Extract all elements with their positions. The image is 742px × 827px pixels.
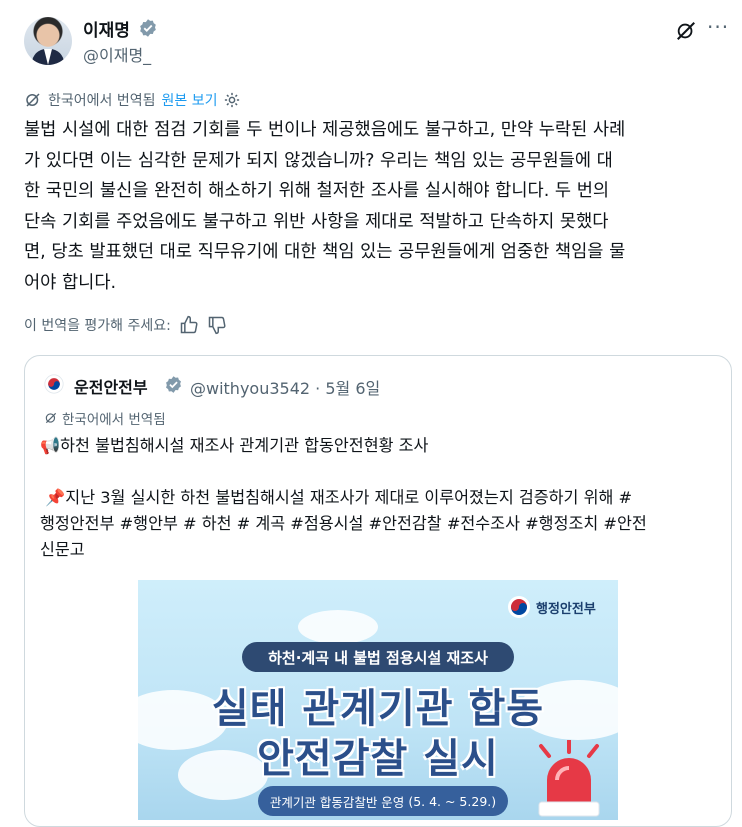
- translate-icon: [26, 93, 40, 107]
- quoted-author-avatar[interactable]: [44, 374, 64, 394]
- author-handle[interactable]: @이재명_: [83, 42, 151, 66]
- thumbs-up-icon[interactable]: [179, 315, 199, 335]
- author-avatar[interactable]: [24, 17, 72, 65]
- cloud-decoration: [298, 610, 378, 644]
- image-footer-main: 관계기관 합동감찰반 운영: [269, 794, 405, 810]
- image-pill-title: 하천·계곡 내 불법 점용시설 재조사: [242, 642, 514, 672]
- quoted-handle[interactable]: @withyou3542: [190, 379, 310, 398]
- taegeuk-logo-icon: [508, 596, 530, 618]
- quoted-meta: @withyou3542 · 5월 6일: [190, 375, 380, 399]
- siren-icon: [538, 740, 600, 817]
- more-options-icon[interactable]: ···: [707, 17, 731, 40]
- quoted-translation-bar: 한국어에서 번역됨: [44, 409, 166, 428]
- image-footer: 관계기관 합동감찰반 운영 (5. 4. ~ 5.29.): [258, 786, 508, 816]
- quoted-tweet-text: 📢하천 불법침해시설 재조사 관계기관 합동안전현황 조사 📌지난 3월 실시한…: [40, 436, 647, 559]
- quoted-tweet-image[interactable]: 행정안전부 하천·계곡 내 불법 점용시설 재조사 실태 관계기관 합동 안전감…: [138, 580, 618, 820]
- grok-icon[interactable]: [675, 20, 697, 42]
- verified-badge-icon: [140, 19, 156, 37]
- tweet-text: 불법 시설에 대한 점검 기회를 두 번이나 제공했음에도 불구하고, 만약 누…: [24, 120, 626, 293]
- author-display-name[interactable]: 이재명: [83, 16, 130, 41]
- image-footer-dates: (5. 4. ~ 5.29.): [408, 793, 497, 809]
- image-badge-text: 행정안전부: [536, 601, 596, 617]
- image-ministry-badge: 행정안전부: [507, 594, 596, 620]
- translate-icon: [45, 412, 57, 424]
- translation-label: 한국어에서 번역됨: [48, 93, 156, 109]
- meta-separator: ·: [315, 379, 321, 398]
- quoted-date[interactable]: 5월 6일: [325, 379, 380, 398]
- gear-icon[interactable]: [223, 91, 241, 109]
- quoted-translation-label: 한국어에서 번역됨: [62, 412, 166, 428]
- rating-prompt: 이 번역을 평가해 주세요:: [24, 318, 171, 334]
- verified-badge-icon: [166, 376, 181, 393]
- show-original-link[interactable]: 원본 보기: [162, 90, 218, 110]
- translation-bar: 한국어에서 번역됨 원본 보기: [24, 90, 241, 110]
- translation-rating: 이 번역을 평가해 주세요:: [24, 314, 227, 336]
- quoted-author-name[interactable]: 운전안전부: [74, 374, 148, 398]
- thumbs-down-icon[interactable]: [207, 315, 227, 335]
